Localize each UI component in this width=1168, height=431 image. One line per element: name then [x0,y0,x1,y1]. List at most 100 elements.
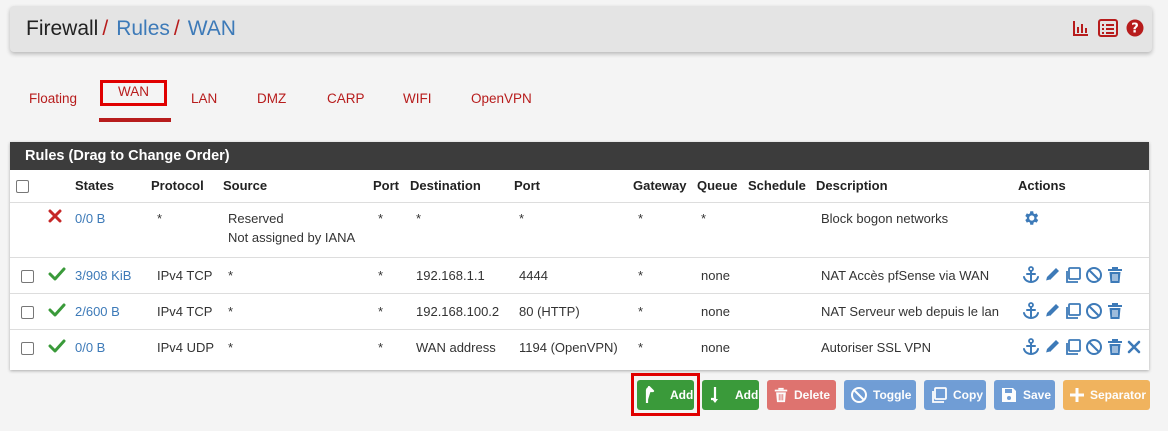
check-icon [48,267,66,284]
breadcrumb-rules-link[interactable]: Rules [116,17,170,41]
col-protocol: Protocol [151,178,204,194]
row-checkbox[interactable] [21,341,34,355]
copy-rule-icon[interactable] [1064,338,1082,356]
copy-label: Copy [953,388,983,402]
separator-button[interactable]: Separator [1063,380,1150,410]
tab-lan[interactable]: LAN [191,89,217,115]
schedule-cell [744,256,812,293]
states-link[interactable]: 2/600 B [75,304,120,319]
schedule-cell [744,292,812,329]
copy-rule-icon[interactable] [1064,266,1082,284]
disable-ban-icon[interactable] [1085,302,1103,320]
col-actions: Actions [1018,178,1066,194]
breadcrumb-wan-link[interactable]: WAN [188,17,236,41]
col-description: Description [816,178,888,194]
add-rule-bottom-button[interactable]: Add [702,380,759,410]
tab-wan[interactable]: WAN [100,80,167,106]
tab-openvpn[interactable]: OpenVPN [471,89,532,115]
delete-label: Delete [794,388,831,402]
copy-button[interactable]: Copy [924,380,986,410]
ban-icon [850,386,868,404]
copy-rule-icon[interactable] [1064,302,1082,320]
gateway-cell: * [629,292,693,329]
toggle-label: Toggle [873,388,912,402]
destination-cell: 192.168.100.2 [406,292,510,329]
breadcrumb-separator: / [173,17,180,40]
trash-icon[interactable] [1106,338,1124,356]
destination-cell: * [406,201,510,257]
source-port-cell: * [369,292,406,329]
states-link[interactable]: 0/0 B [75,211,105,226]
table-row[interactable]: 2/600 B IPv4 TCP * * 192.168.100.2 80 (H… [10,292,1149,329]
list-icon[interactable] [1098,19,1118,37]
source-cell: * [219,256,369,293]
protocol-cell: IPv4 UDP [147,328,219,365]
source-port-cell: * [369,256,406,293]
tab-dmz[interactable]: DMZ [257,89,286,115]
dest-port-cell: * [510,201,629,257]
queue-cell: none [693,292,744,329]
states-link[interactable]: 0/0 B [75,340,105,355]
copy-icon [930,386,948,404]
dest-port-cell: 80 (HTTP) [510,292,629,329]
gateway-cell: * [629,328,693,365]
disable-ban-icon[interactable] [1085,338,1103,356]
edit-pencil-icon[interactable] [1043,338,1061,356]
table-row[interactable]: 3/908 KiB IPv4 TCP * * 192.168.1.1 4444 … [10,256,1149,293]
tab-floating[interactable]: Floating [29,89,77,115]
help-icon[interactable]: ? [1126,19,1144,37]
delete-x-icon[interactable] [1127,340,1141,354]
breadcrumb: Firewall / Rules / WAN [26,17,236,41]
svg-text:?: ? [1131,22,1139,37]
col-gateway: Gateway [633,178,687,194]
row-checkbox[interactable] [21,305,34,319]
description-cell: Autoriser SSL VPN [812,328,1014,365]
highlight-box-add-button [631,373,700,416]
check-icon [48,339,66,356]
save-button[interactable]: Save [994,380,1055,410]
plus-icon [1069,387,1085,403]
destination-cell: 192.168.1.1 [406,256,510,293]
tab-wifi[interactable]: WIFI [403,89,432,115]
source-cell: * [219,292,369,329]
chart-bar-icon[interactable] [1072,19,1090,37]
tab-carp[interactable]: CARP [327,89,365,115]
col-dest-port: Port [514,178,540,194]
table-header-row: States Protocol Source Port Destination … [10,170,1149,202]
disable-ban-icon[interactable] [1085,266,1103,284]
edit-pencil-icon[interactable] [1043,266,1061,284]
delete-button[interactable]: Delete [767,380,836,410]
active-tab-underline [99,118,171,122]
edit-pencil-icon[interactable] [1043,302,1061,320]
check-icon [48,303,66,320]
dest-port-cell: 1194 (OpenVPN) [510,328,629,365]
save-icon [1000,386,1018,404]
source-cell: * [219,328,369,365]
separator-label: Separator [1090,388,1147,402]
col-schedule: Schedule [748,178,806,194]
trash-icon[interactable] [1106,302,1124,320]
rules-panel: Rules (Drag to Change Order) States Prot… [10,142,1149,370]
protocol-cell: * [147,201,219,257]
table-row[interactable]: 0/0 B * Reserved Not assigned by IANA * … [10,201,1149,257]
toggle-button[interactable]: Toggle [844,380,916,410]
block-x-icon [48,209,62,226]
queue-cell: none [693,328,744,365]
add-bottom-label: Add [735,388,759,402]
table-row[interactable]: 0/0 B IPv4 UDP * * WAN address 1194 (Ope… [10,328,1149,365]
source-cell: Reserved Not assigned by IANA [219,201,369,257]
row-checkbox[interactable] [21,269,34,283]
select-all-checkbox[interactable] [16,180,29,194]
anchor-icon[interactable] [1022,302,1040,320]
queue-cell: * [693,201,744,257]
states-link[interactable]: 3/908 KiB [75,268,131,283]
source-line: Reserved [228,210,284,226]
interface-tabs: Floating WAN LAN DMZ CARP WIFI OpenVPN [0,80,600,122]
gear-icon[interactable] [1022,210,1040,230]
col-queue: Queue [697,178,738,194]
anchor-icon[interactable] [1022,266,1040,284]
anchor-icon[interactable] [1022,338,1040,356]
trash-icon[interactable] [1106,266,1124,284]
source-port-cell: * [369,201,406,257]
source-port-cell: * [369,328,406,365]
